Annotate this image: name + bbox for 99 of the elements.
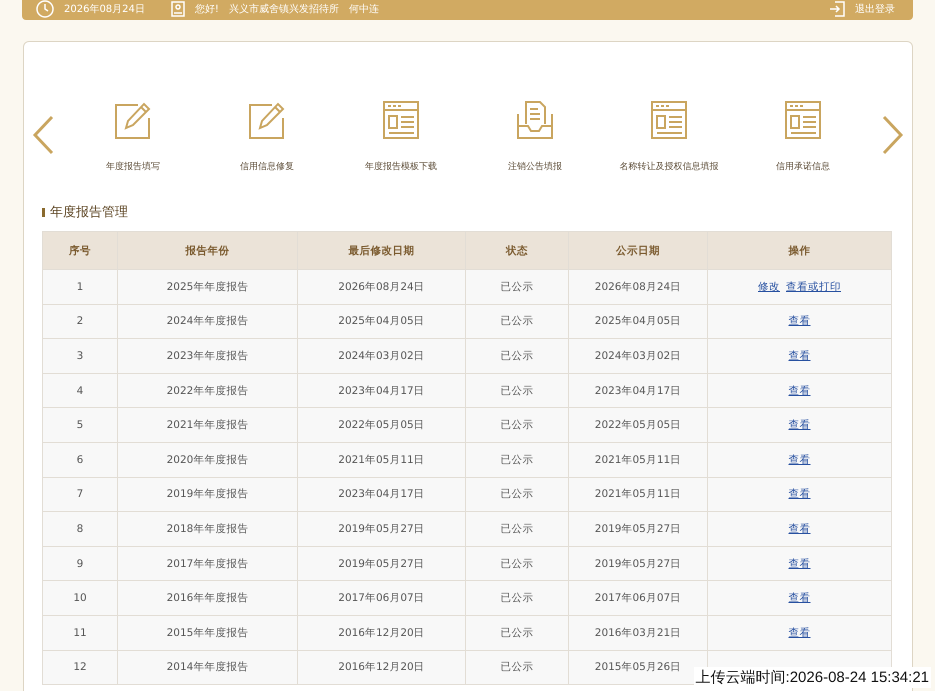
table-cell: 2022年05月05日: [298, 408, 466, 442]
action-link[interactable]: 查看: [788, 488, 810, 500]
table-cell: 2019年年度报告: [118, 477, 298, 512]
action-link[interactable]: 修改: [758, 280, 780, 293]
column-header: 操作: [708, 232, 892, 270]
table-cell: 已公示: [466, 615, 568, 650]
action-link[interactable]: 查看: [788, 315, 810, 328]
upload-time-toast: 上传云端时间:2026-08-24 15:34:21: [694, 667, 931, 688]
table-cell: 4: [42, 373, 118, 408]
table-cell: 2023年年度报告: [118, 338, 298, 374]
id-card-icon: [170, 1, 185, 17]
date-text: 2026年08月24日: [64, 3, 145, 16]
table-cell: 2016年03月21日: [568, 615, 708, 650]
table-cell: 2019年05月27日: [568, 512, 708, 546]
table-cell: 2026年08月24日: [298, 270, 466, 304]
inbox-icon: [516, 100, 554, 140]
shortcut-button[interactable]: 信用信息修复: [203, 100, 331, 173]
table-cell: 2019年05月27日: [298, 512, 466, 546]
section-marker: [42, 208, 45, 216]
table-cell: 2: [42, 304, 118, 339]
column-header: 状态: [466, 232, 568, 270]
edit-icon: [248, 100, 286, 140]
column-header: 最后修改日期: [298, 232, 466, 270]
table-cell: 已公示: [466, 304, 568, 339]
shortcut-button[interactable]: 注销公告填报: [471, 100, 599, 173]
logout-icon[interactable]: [829, 1, 845, 17]
table-cell: 已公示: [466, 442, 568, 478]
table-cell: 2019年05月27日: [568, 546, 708, 581]
shortcut-button[interactable]: 年度报告模板下载: [337, 100, 465, 173]
clock-icon: [36, 0, 54, 18]
table-cell: 已公示: [466, 408, 568, 442]
table-cell: 5: [42, 408, 118, 442]
table-cell: 2019年05月27日: [298, 546, 466, 581]
table-cell: 2024年年度报告: [118, 304, 298, 339]
action-link[interactable]: 查看: [788, 419, 810, 432]
table-cell: 2023年04月17日: [298, 477, 466, 512]
shortcut-button[interactable]: 名称转让及授权信息填报: [605, 100, 733, 173]
table-cell: 10: [42, 580, 118, 616]
table-cell: 2025年年度报告: [118, 270, 298, 304]
table-cell: 6: [42, 442, 118, 478]
table-cell: 2022年年度报告: [118, 373, 298, 408]
table-cell: 2021年05月11日: [568, 442, 708, 478]
table-cell: 2016年12月20日: [298, 650, 466, 685]
table-cell: 2024年03月02日: [568, 338, 708, 374]
table-cell: 2021年05月11日: [298, 442, 466, 478]
action-link[interactable]: 查看: [788, 592, 810, 604]
user-name: 何中连: [348, 2, 379, 16]
table-cell: 1: [42, 270, 118, 304]
shortcut-button[interactable]: 信用承诺信息: [739, 100, 867, 173]
table-cell: 2017年年度报告: [118, 546, 298, 581]
action-link[interactable]: 查看: [788, 558, 810, 570]
table-cell: 2014年年度报告: [118, 650, 298, 685]
action-link[interactable]: 查看: [788, 384, 810, 397]
table-cell: 2018年年度报告: [118, 512, 298, 546]
table-cell: 2025年04月05日: [298, 304, 466, 339]
table-cell: 已公示: [466, 580, 568, 616]
table-cell: 已公示: [466, 477, 568, 512]
table-cell: 2016年12月20日: [298, 615, 466, 650]
form-icon: [650, 100, 688, 140]
action-link[interactable]: 查看: [788, 626, 810, 639]
table-cell: 2020年年度报告: [118, 442, 298, 478]
table-cell: 8: [42, 512, 118, 546]
section-title: 年度报告管理: [50, 204, 128, 221]
table-cell: 2023年04月17日: [298, 373, 466, 408]
table-cell: 11: [42, 615, 118, 650]
table-cell: 2023年04月17日: [568, 373, 708, 408]
column-header: 序号: [42, 232, 118, 270]
table-cell: 2025年04月05日: [568, 304, 708, 339]
shortcut-button[interactable]: 年度报告填写: [69, 100, 197, 173]
column-header: 报告年份: [118, 232, 298, 270]
greeting-text: 您好!: [194, 3, 219, 16]
table-cell: 已公示: [466, 512, 568, 546]
org-name: 兴义市威舍镇兴发招待所: [228, 2, 339, 16]
table-cell: 2016年年度报告: [118, 580, 298, 616]
table-cell: 2017年06月07日: [568, 580, 708, 616]
action-link[interactable]: 查看: [788, 522, 810, 535]
table-cell: 2022年05月05日: [568, 408, 708, 442]
table-cell: 2017年06月07日: [298, 580, 466, 616]
table-cell: 已公示: [466, 546, 568, 581]
table-cell: 2026年08月24日: [568, 270, 708, 304]
table-cell: 2021年年度报告: [118, 408, 298, 442]
table-cell: 2024年03月02日: [298, 338, 466, 374]
action-link[interactable]: 查看: [788, 454, 810, 466]
action-link[interactable]: 查看或打印: [786, 280, 841, 293]
table-cell: 已公示: [466, 270, 568, 304]
table-cell: 3: [42, 338, 118, 374]
table-cell: 已公示: [466, 650, 568, 685]
table-cell: 7: [42, 477, 118, 512]
form-icon: [382, 100, 420, 140]
table-cell: 9: [42, 546, 118, 581]
table-cell: 12: [42, 650, 118, 685]
table-cell: 已公示: [466, 373, 568, 408]
table-cell: 2021年05月11日: [568, 477, 708, 512]
table-cell: 2015年年度报告: [118, 615, 298, 650]
edit-icon: [114, 100, 152, 140]
column-header: 公示日期: [568, 232, 708, 270]
table-cell: 已公示: [466, 338, 568, 374]
action-link[interactable]: 查看: [788, 350, 810, 362]
form-icon: [784, 100, 822, 140]
